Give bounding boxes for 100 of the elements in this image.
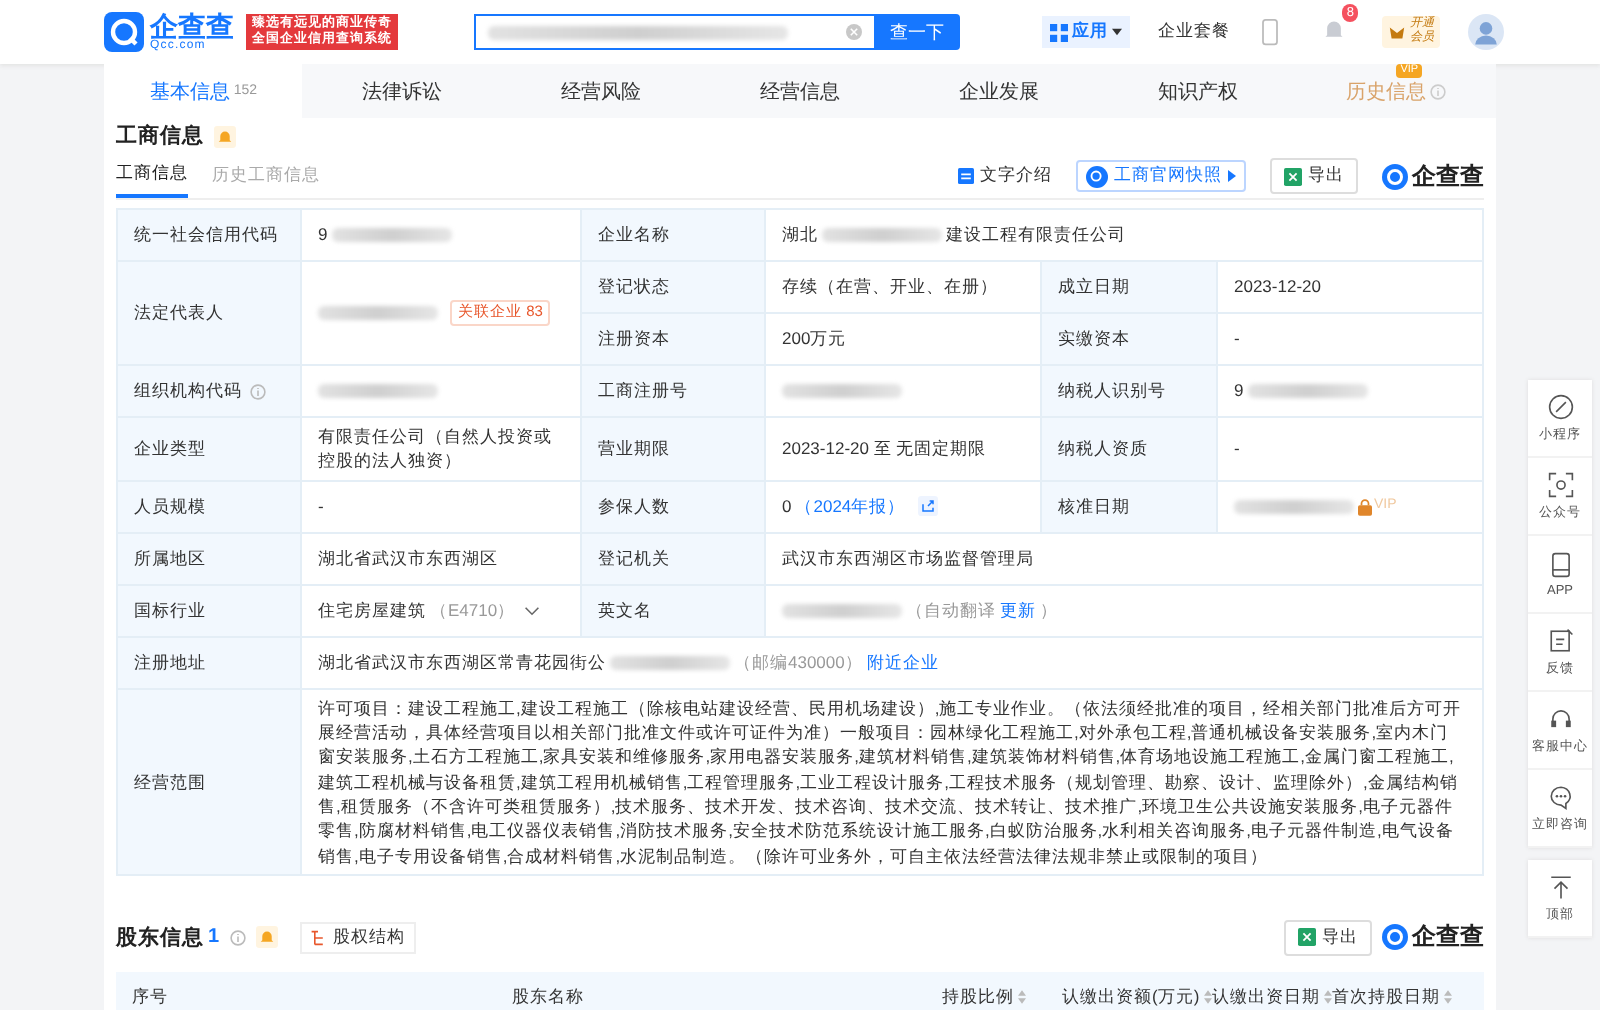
spreadsheet-icon xyxy=(1284,167,1302,185)
tab[interactable]: 法律诉讼 xyxy=(302,64,502,118)
field-label: 组织机构代码 xyxy=(118,366,302,418)
column-header[interactable]: 认缴出资额(万元) xyxy=(1062,985,1212,1010)
count: 1 xyxy=(208,926,220,949)
field-value: 9 xyxy=(1234,378,1244,404)
note-text: （自动翻译 xyxy=(906,597,996,623)
field-label: 营业期限 xyxy=(582,418,766,482)
field-value: 0 xyxy=(782,493,792,519)
bell-icon[interactable] xyxy=(214,125,236,147)
redacted-text xyxy=(1234,499,1354,514)
field-value: 存续（在营、开业、在册） xyxy=(782,274,998,300)
redacted-text xyxy=(318,384,438,398)
text-intro-link[interactable]: 文字介绍 xyxy=(958,164,1052,188)
avatar[interactable] xyxy=(1468,14,1504,50)
field-label: 企业类型 xyxy=(118,418,302,482)
export-button[interactable]: 导出 xyxy=(1284,919,1372,956)
redacted-text xyxy=(782,603,902,618)
lock-icon xyxy=(1358,497,1372,516)
headset-icon xyxy=(1547,705,1573,731)
field-label: 工商注册号 xyxy=(582,366,766,418)
plans-link[interactable]: 企业套餐 xyxy=(1158,20,1230,44)
snapshot-button[interactable]: 工商官网快照 xyxy=(1076,160,1246,192)
field-value: - xyxy=(1234,436,1240,461)
tab[interactable]: 经营风险 xyxy=(501,64,701,118)
field-label: 注册地址 xyxy=(118,637,302,690)
sort-icon[interactable] xyxy=(1203,990,1212,1005)
info-icon[interactable] xyxy=(1430,83,1447,99)
field-label: 法定代表人 xyxy=(118,262,302,366)
tab[interactable]: 知识产权 xyxy=(1098,64,1298,118)
field-label: 核准日期 xyxy=(1042,481,1218,534)
sort-icon[interactable] xyxy=(1018,990,1026,1005)
chevron-down-icon[interactable] xyxy=(523,605,540,616)
field-label: 纳税人资质 xyxy=(1042,418,1218,482)
brand-logo: 企查查 xyxy=(1382,159,1484,193)
field-label: 国标行业 xyxy=(118,585,302,638)
field-value: 有限责任公司（自然人投资或控股的法人独资） xyxy=(318,424,554,474)
column-header[interactable]: 持股比例 xyxy=(942,985,1062,1010)
field-label: 纳税人识别号 xyxy=(1042,366,1218,418)
field-label: 企业名称 xyxy=(582,210,766,262)
note-text: ） xyxy=(1040,597,1058,623)
info-icon[interactable] xyxy=(229,929,246,946)
field-value: 9 xyxy=(318,222,328,248)
logo-icon xyxy=(104,12,144,52)
export-button[interactable]: 导出 xyxy=(1270,158,1358,194)
subtab[interactable]: 工商信息 xyxy=(116,154,188,198)
field-value: 湖北省武汉市东西湖区常青花园街公 xyxy=(318,649,606,675)
redacted-text xyxy=(331,228,452,242)
field-value: 武汉市东西湖区市场监督管理局 xyxy=(782,545,1034,571)
search-field[interactable] xyxy=(474,14,874,50)
bell-icon[interactable] xyxy=(255,926,278,949)
column-header[interactable]: 认缴出资日期 xyxy=(1212,985,1332,1010)
apps-button[interactable]: 应用 xyxy=(1042,16,1130,48)
field-label: 实缴资本 xyxy=(1042,314,1218,366)
field-value: 湖北省武汉市东西湖区 xyxy=(318,545,498,571)
column-header[interactable]: 首次持股日期 xyxy=(1332,985,1468,1010)
tab[interactable]: 企业发展 xyxy=(899,64,1099,118)
scan-icon xyxy=(1547,471,1573,497)
field-value: 200万元 xyxy=(782,326,847,352)
sort-icon[interactable] xyxy=(1444,990,1452,1005)
phone-icon[interactable] xyxy=(1258,18,1282,46)
field-value: 湖北 xyxy=(782,222,818,248)
crown-icon xyxy=(1388,23,1406,41)
column-header: 股东名称 xyxy=(512,985,586,1010)
arrow-up-icon xyxy=(1547,873,1573,899)
field-label: 成立日期 xyxy=(1042,262,1218,314)
note-text: （邮编430000） xyxy=(734,649,863,675)
equity-structure-button[interactable]: 股权结构 xyxy=(299,921,416,954)
field-value: 2023-12-20 至 无固定期限 xyxy=(782,436,987,461)
redacted-text xyxy=(1247,384,1368,398)
share-icon[interactable] xyxy=(917,496,938,517)
tab[interactable]: 经营信息 xyxy=(700,64,900,118)
redacted-text xyxy=(822,228,942,242)
field-label: 统一社会信用代码 xyxy=(118,210,302,262)
search-button[interactable]: 查一下 xyxy=(874,14,960,50)
link[interactable]: 附近企业 xyxy=(866,649,939,675)
logo-name: 企查查 xyxy=(150,12,234,40)
field-value: 住宅房屋建筑 xyxy=(318,597,426,623)
brand-logo: 企查查 xyxy=(1382,920,1484,955)
column-header: 序号 xyxy=(132,985,170,1010)
field-value: 建设工程有限责任公司 xyxy=(946,222,1126,248)
caret-icon xyxy=(1112,28,1122,36)
phone-icon xyxy=(1547,551,1573,577)
link[interactable]: 更新 xyxy=(1000,597,1036,623)
note-text: （E4710） xyxy=(430,597,516,623)
clear-icon[interactable] xyxy=(846,24,862,40)
field-label: 英文名 xyxy=(582,585,766,638)
redacted-text xyxy=(610,655,730,670)
redacted-text xyxy=(782,384,902,398)
section-title: 股东信息 xyxy=(116,923,204,952)
grid-icon xyxy=(1050,23,1068,41)
field-label: 所属地区 xyxy=(118,533,302,586)
info-icon[interactable] xyxy=(250,383,266,399)
field-label: 登记状态 xyxy=(582,262,766,314)
document-icon xyxy=(958,168,974,184)
field-label: 经营范围 xyxy=(118,689,302,876)
sort-icon[interactable] xyxy=(1324,990,1332,1005)
link[interactable]: （2024年报） xyxy=(795,493,906,519)
section-title: 工商信息 xyxy=(116,122,204,150)
chat-icon xyxy=(1547,783,1573,809)
